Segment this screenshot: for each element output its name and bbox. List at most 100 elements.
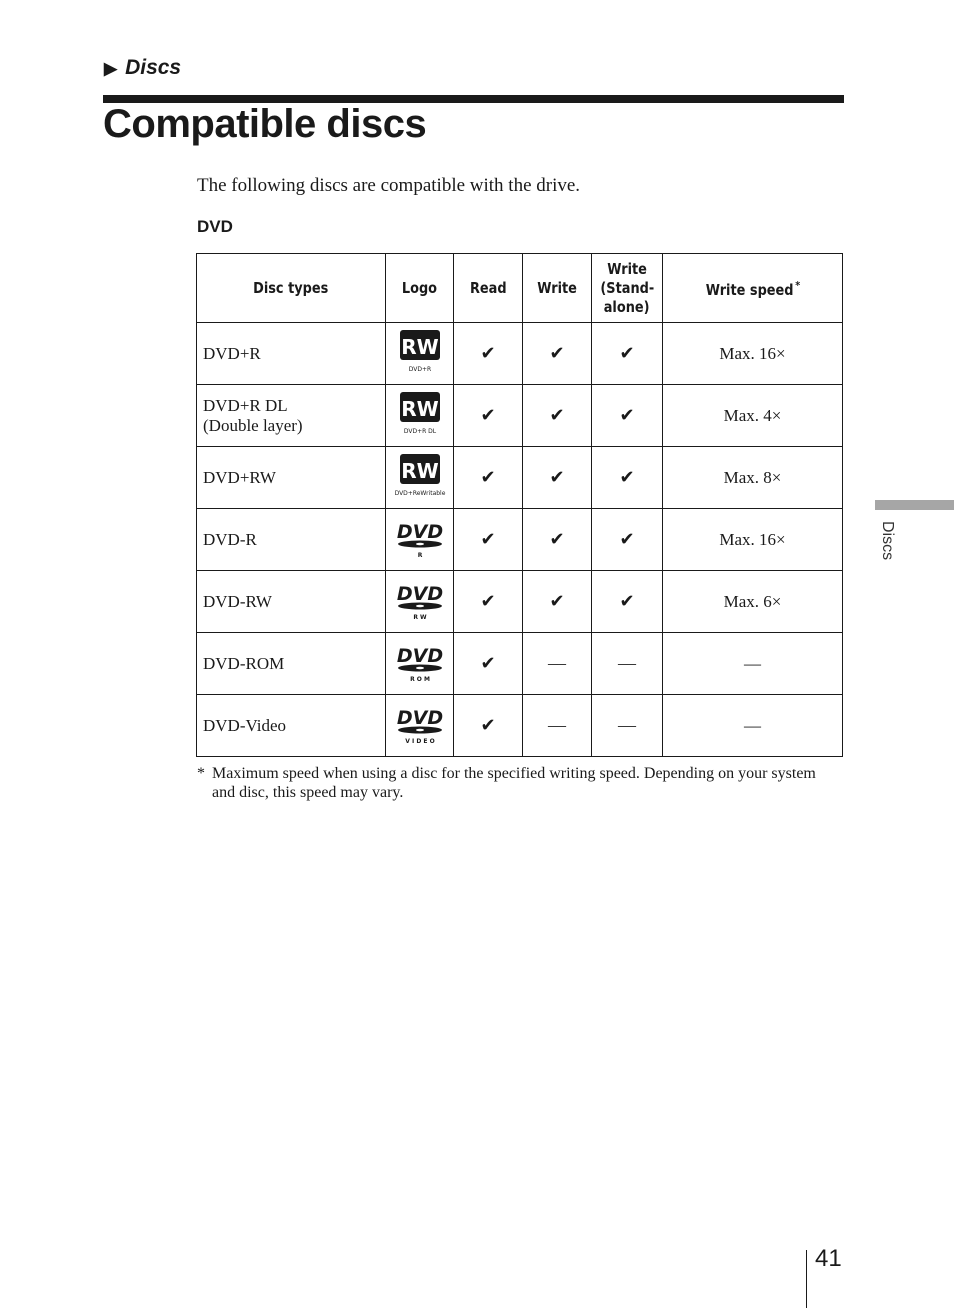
write-standalone-cell: — [591, 632, 663, 695]
write-speed-cell: — [662, 632, 843, 695]
footnote: * Maximum speed when using a disc for th… [197, 764, 837, 802]
check-icon: ✔ [619, 591, 635, 612]
table-row: DVD-Video DVD V I D E O ✔ — — — [196, 694, 843, 757]
dvd-logo-icon: DVD R W [396, 583, 442, 621]
dvd-plus-rw-logo-icon: RW DVD+ReWritable [394, 454, 445, 497]
header-write-standalone: Write (Stand- alone) [591, 253, 663, 323]
write-cell: ✔ [522, 384, 592, 447]
header-logo: Logo [385, 253, 454, 323]
check-icon: ✔ [480, 715, 496, 736]
check-icon: ✔ [619, 467, 635, 488]
read-cell: ✔ [453, 632, 523, 695]
read-cell: ✔ [453, 508, 523, 571]
check-icon: ✔ [480, 591, 496, 612]
svg-text:DVD+R: DVD+R [408, 366, 430, 373]
check-icon: ✔ [480, 405, 496, 426]
svg-text:DVD: DVD [396, 521, 442, 543]
table-row: DVD-R DVD R ✔ ✔ ✔ Max. 16× [196, 508, 843, 571]
dvd-plus-rw-logo-icon: RW DVD+R DL [399, 392, 440, 435]
write-speed-cell: Max. 8× [662, 446, 843, 509]
dvd-logo-icon: DVD R [396, 521, 442, 559]
footnote-text: Maximum speed when using a disc for the … [212, 765, 816, 801]
check-icon: ✔ [480, 653, 496, 674]
dash-icon: — [548, 715, 566, 735]
page-number: 41 [815, 1245, 842, 1272]
svg-text:RW: RW [401, 397, 438, 421]
dvd-plus-rw-logo-icon: RW DVD+R [399, 330, 440, 373]
table-row: DVD+R RW DVD+R ✔ ✔ ✔ Max. 16× [196, 322, 843, 385]
table-row: DVD-RW DVD R W ✔ ✔ ✔ Max. 6× [196, 570, 843, 633]
check-icon: ✔ [549, 405, 565, 426]
table-row: DVD-ROM DVD R O M ✔ — — — [196, 632, 843, 695]
write-cell: — [522, 694, 592, 757]
compatible-discs-table: Disc types Logo Read Write Write (Stand-… [196, 253, 843, 757]
write-cell: ✔ [522, 322, 592, 385]
svg-text:DVD: DVD [396, 707, 442, 729]
svg-text:RW: RW [401, 459, 438, 483]
svg-text:R W: R W [413, 614, 427, 621]
check-icon: ✔ [549, 343, 565, 364]
write-speed-cell: — [662, 694, 843, 757]
footnote-mark: * [197, 765, 205, 782]
disc-type-cell: DVD-Video [196, 694, 386, 757]
disc-type-cell: DVD+R [196, 322, 386, 385]
logo-cell: RW DVD+ReWritable [385, 446, 454, 509]
write-speed-cell: Max. 6× [662, 570, 843, 633]
table-row: DVD+R DL (Double layer) RW DVD+R DL ✔ ✔ ✔ Ma… [196, 384, 843, 447]
check-icon: ✔ [480, 529, 496, 550]
read-cell: ✔ [453, 384, 523, 447]
read-cell: ✔ [453, 694, 523, 757]
logo-cell: DVD R W [385, 570, 454, 633]
logo-cell: DVD R O M [385, 632, 454, 695]
page-title: Compatible discs [103, 102, 427, 146]
section-name: Discs [125, 56, 182, 79]
write-standalone-cell: ✔ [591, 570, 663, 633]
write-standalone-cell: ✔ [591, 322, 663, 385]
check-icon: ✔ [549, 591, 565, 612]
write-cell: ✔ [522, 570, 592, 633]
disc-type-cell: DVD-R [196, 508, 386, 571]
side-tab-label: Discs [879, 521, 896, 561]
logo-cell: RW DVD+R [385, 322, 454, 385]
dash-icon: — [618, 653, 636, 673]
logo-cell: DVD V I D E O [385, 694, 454, 757]
write-cell: — [522, 632, 592, 695]
table-header-row: Disc types Logo Read Write Write (Stand-… [196, 253, 843, 323]
write-standalone-cell: — [591, 694, 663, 757]
write-standalone-cell: ✔ [591, 446, 663, 509]
check-icon: ✔ [480, 467, 496, 488]
dvd-logo-icon: DVD R O M [396, 645, 442, 683]
check-icon: ✔ [549, 529, 565, 550]
svg-text:V I D E O: V I D E O [405, 738, 434, 745]
dash-icon: — [548, 653, 566, 673]
logo-cell: RW DVD+R DL [385, 384, 454, 447]
header-read: Read [453, 253, 523, 323]
disc-type-cell: DVD+R DL (Double layer) [196, 384, 386, 447]
write-speed-cell: Max. 16× [662, 508, 843, 571]
svg-text:DVD+R DL: DVD+R DL [403, 428, 436, 435]
check-icon: ✔ [619, 529, 635, 550]
logo-cell: DVD R [385, 508, 454, 571]
check-icon: ✔ [619, 405, 635, 426]
disc-type-cell: DVD-ROM [196, 632, 386, 695]
check-icon: ✔ [549, 467, 565, 488]
svg-text:RW: RW [401, 335, 438, 359]
svg-text:R: R [417, 552, 422, 559]
intro-text: The following discs are compatible with … [197, 175, 581, 196]
section-label: ▶ Discs [104, 56, 181, 80]
svg-text:DVD: DVD [396, 645, 442, 667]
header-write-speed: Write speed * [662, 253, 843, 323]
check-icon: ✔ [480, 343, 496, 364]
side-tab-bar [875, 500, 954, 510]
header-disc-types: Disc types [196, 253, 386, 323]
dvd-heading: DVD [197, 217, 233, 236]
write-speed-cell: Max. 4× [662, 384, 843, 447]
disc-type-cell: DVD+RW [196, 446, 386, 509]
write-speed-cell: Max. 16× [662, 322, 843, 385]
dash-icon: — [618, 715, 636, 735]
disc-type-cell: DVD-RW [196, 570, 386, 633]
svg-text:R O M: R O M [410, 676, 430, 683]
write-standalone-cell: ✔ [591, 508, 663, 571]
triangle-marker-icon: ▶ [104, 59, 118, 78]
svg-text:DVD: DVD [396, 583, 442, 605]
